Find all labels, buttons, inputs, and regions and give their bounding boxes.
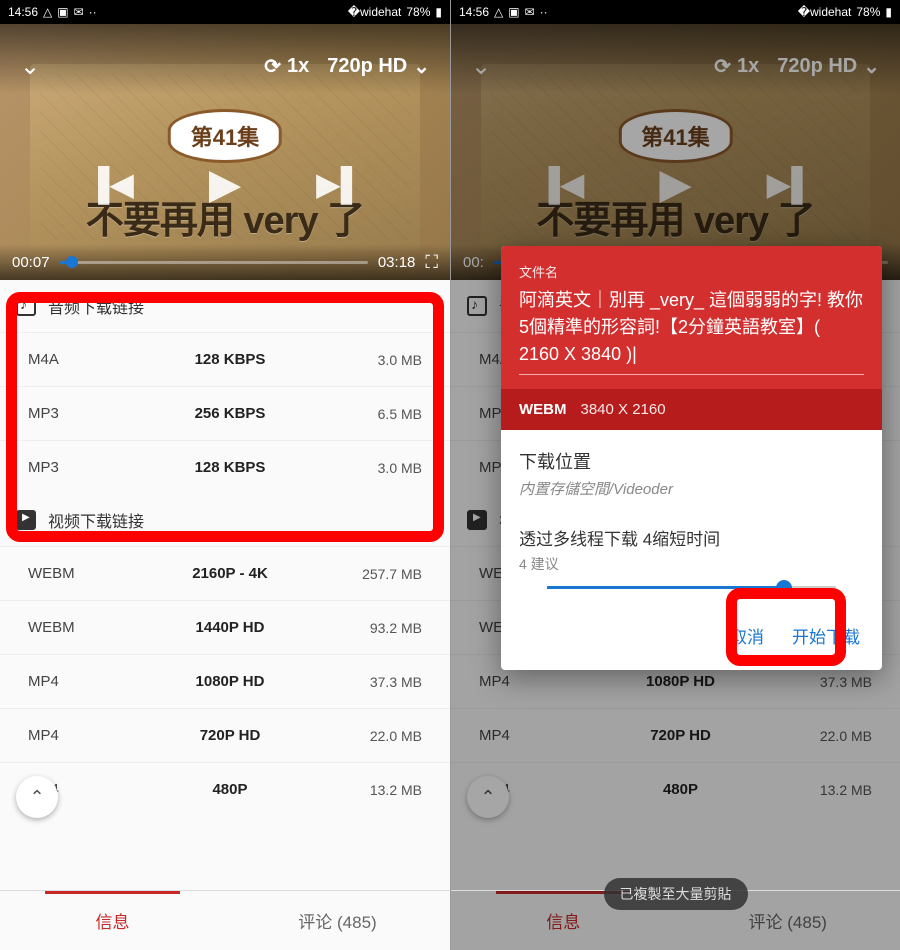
mail-icon: ✉: [525, 5, 535, 19]
row-size: 3.0 MB: [342, 352, 422, 368]
phone-right: 14:56 △ ▣ ✉ ·· �widehat 78% ▮ 第41集 不要再用 …: [450, 0, 900, 950]
audio-section-header: 音频下载链接: [0, 280, 450, 332]
format-row: WEBM 3840 X 2160: [501, 389, 882, 430]
status-time: 14:56: [8, 5, 38, 19]
status-bar: 14:56 △ ▣ ✉ ·· �widehat 78% ▮: [0, 0, 450, 24]
row-quality: 256 KBPS: [118, 405, 342, 422]
download-row[interactable]: MP4480P13.2 MB: [0, 762, 450, 816]
download-row[interactable]: WEBM1440P HD93.2 MB: [0, 600, 450, 654]
mail-icon: ✉: [74, 5, 84, 19]
music-icon: [16, 296, 36, 316]
battery-text: 78%: [856, 5, 880, 19]
row-quality: 1440P HD: [118, 619, 342, 636]
status-dots: ··: [89, 5, 97, 19]
row-size: 37.3 MB: [342, 674, 422, 690]
chevron-down-icon: ⌄: [413, 54, 430, 79]
audio-header-label: 音频下载链接: [48, 294, 144, 318]
row-format: M4A: [28, 351, 118, 368]
calendar-icon: ▣: [57, 5, 68, 19]
download-dialog: 文件名 阿滴英文｜別再 _very_ 這個弱弱的字! 教你5個精準的形容詞!【2…: [501, 246, 882, 670]
tab-comments[interactable]: 评论 (485): [225, 891, 450, 950]
current-time: 00:07: [12, 254, 50, 271]
download-row[interactable]: MP3128 KBPS3.0 MB: [0, 440, 450, 494]
thread-slider[interactable]: [547, 586, 837, 589]
download-list: 音频下载链接 M4A128 KBPS3.0 MBMP3256 KBPS6.5 M…: [0, 280, 450, 890]
speed-icon: ⟳: [264, 54, 281, 79]
location-label: 下载位置: [519, 448, 864, 474]
next-button[interactable]: ▶▌: [316, 165, 363, 203]
download-row[interactable]: MP4720P HD22.0 MB: [0, 708, 450, 762]
row-quality: 128 KBPS: [118, 459, 342, 476]
wifi-icon: �widehat: [348, 5, 402, 19]
total-time: 03:18: [378, 254, 416, 271]
row-format: WEBM: [28, 619, 118, 636]
status-time: 14:56: [459, 5, 489, 19]
row-size: 257.7 MB: [342, 566, 422, 582]
video-player[interactable]: 第41集 不要再用 very 了 ⌄ ⟳1x 720p HD⌄ ▐◀ ▶ ▶▌ …: [451, 24, 900, 280]
row-size: 3.0 MB: [342, 460, 422, 476]
download-row[interactable]: MP41080P HD37.3 MB: [0, 654, 450, 708]
download-row[interactable]: WEBM2160P - 4K257.7 MB: [0, 546, 450, 600]
seek-bar[interactable]: [60, 261, 368, 264]
filename-label: 文件名: [519, 262, 864, 281]
phone-left: 14:56 △ ▣ ✉ ·· �widehat 78% ▮ 第41集 不要再用 …: [0, 0, 450, 950]
chevron-up-icon: ⌃: [29, 787, 44, 808]
filename-input[interactable]: 阿滴英文｜別再 _very_ 這個弱弱的字! 教你5個精準的形容詞!【2分鐘英語…: [519, 287, 864, 375]
playback-speed[interactable]: ⟳1x: [264, 54, 309, 79]
collapse-icon[interactable]: ⌄: [20, 52, 40, 81]
row-size: 22.0 MB: [342, 728, 422, 744]
video-section-header: 视频下载链接: [0, 494, 450, 546]
video-icon: [16, 510, 36, 530]
status-dots: ··: [540, 5, 548, 19]
row-quality: 720P HD: [118, 727, 342, 744]
resolution-value: 3840 X 2160: [581, 401, 666, 418]
thread-sub: 4 建议: [519, 554, 864, 574]
warning-icon: △: [494, 5, 503, 19]
status-bar: 14:56 △ ▣ ✉ ·· �widehat 78% ▮: [451, 0, 900, 24]
row-format: WEBM: [28, 565, 118, 582]
scroll-up-fab[interactable]: ⌃: [16, 776, 58, 818]
thread-label: 透过多线程下载 4缩短时间: [519, 525, 864, 550]
video-header-label: 视频下载链接: [48, 508, 144, 532]
quality-selector[interactable]: 720p HD⌄: [327, 54, 430, 79]
row-quality: 480P: [118, 781, 342, 798]
row-format: MP3: [28, 459, 118, 476]
play-button[interactable]: ▶: [209, 159, 241, 208]
download-row[interactable]: M4A128 KBPS3.0 MB: [0, 332, 450, 386]
row-size: 13.2 MB: [342, 782, 422, 798]
calendar-icon: ▣: [508, 5, 519, 19]
bottom-tabs: 信息 评论 (485): [0, 890, 450, 950]
fullscreen-icon[interactable]: ⛶: [425, 252, 438, 273]
format-value: WEBM: [519, 401, 567, 418]
download-row[interactable]: MP3256 KBPS6.5 MB: [0, 386, 450, 440]
episode-badge: 第41集: [168, 109, 282, 163]
row-size: 6.5 MB: [342, 406, 422, 422]
row-size: 93.2 MB: [342, 620, 422, 636]
start-download-button[interactable]: 开始下载: [792, 623, 860, 648]
row-format: MP4: [28, 727, 118, 744]
row-quality: 128 KBPS: [118, 351, 342, 368]
location-path[interactable]: 内置存儲空間/Videoder: [519, 478, 864, 499]
tab-info[interactable]: 信息: [0, 891, 225, 950]
battery-text: 78%: [406, 5, 430, 19]
video-player[interactable]: 第41集 不要再用 very 了 ⌄ ⟳1x 720p HD⌄ ▐◀ ▶ ▶▌ …: [0, 24, 450, 280]
toast: 已複製至大量剪貼: [604, 878, 748, 910]
row-format: MP3: [28, 405, 118, 422]
battery-icon: ▮: [435, 5, 442, 19]
row-quality: 2160P - 4K: [118, 565, 342, 582]
warning-icon: △: [43, 5, 52, 19]
wifi-icon: �widehat: [798, 5, 852, 19]
previous-button[interactable]: ▐◀: [87, 165, 134, 203]
row-quality: 1080P HD: [118, 673, 342, 690]
battery-icon: ▮: [885, 5, 892, 19]
row-format: MP4: [28, 673, 118, 690]
cancel-button[interactable]: 取消: [730, 623, 764, 648]
